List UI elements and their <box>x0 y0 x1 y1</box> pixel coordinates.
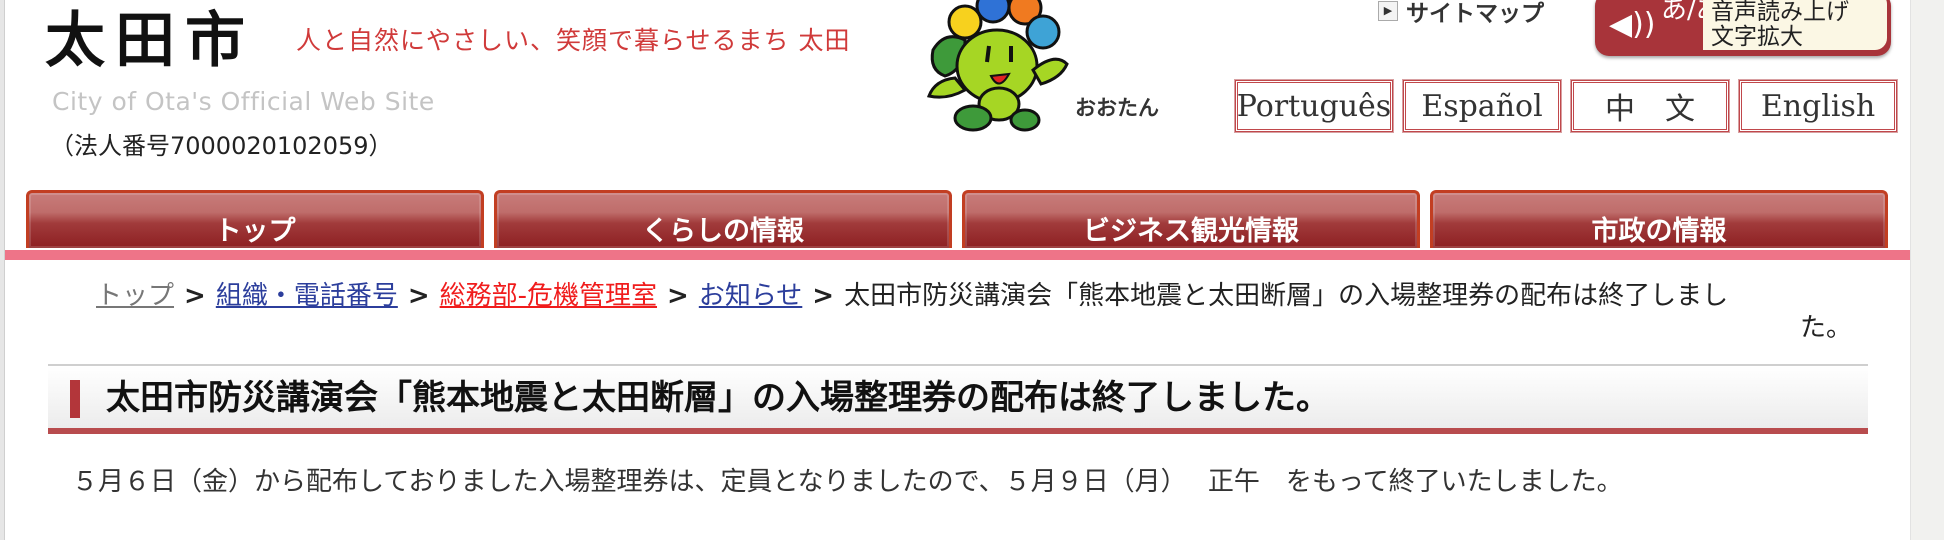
sitemap-link[interactable]: ▶ サイトマップ <box>1378 0 1544 27</box>
voice-readout-zoom-button[interactable]: ◀)) あ/あ 音声読み上げ 文字拡大 <box>1595 0 1891 56</box>
nav-tab-living[interactable]: くらしの情報 <box>494 190 952 248</box>
breadcrumb-separator: > <box>184 281 206 311</box>
page-left-edge <box>0 0 5 540</box>
breadcrumb-separator: > <box>667 281 689 311</box>
breadcrumb-separator: > <box>407 281 430 311</box>
nav-tab-city-administration[interactable]: 市政の情報 <box>1430 190 1888 248</box>
lang-english-button[interactable]: English <box>1738 79 1898 133</box>
language-selector: Português Español 中 文 English <box>1234 79 1898 133</box>
breadcrumb-link-news[interactable]: お知らせ <box>699 281 802 311</box>
right-sidebar <box>1910 0 1944 540</box>
nav-tab-business-tourism[interactable]: ビジネス観光情報 <box>962 190 1420 248</box>
voice-button-line1: 音声読み上げ <box>1711 0 1849 25</box>
breadcrumb-current: 太田市防災講演会「熊本地震と太田断層」の入場整理券の配布は終了しまし <box>844 281 1729 311</box>
lang-portuguese-button[interactable]: Português <box>1234 79 1394 133</box>
breadcrumb-separator: > <box>812 281 835 311</box>
lang-chinese-button[interactable]: 中 文 <box>1570 79 1730 133</box>
mascot-name: おおたん <box>1075 96 1159 120</box>
sitemap-label: サイトマップ <box>1406 1 1544 27</box>
breadcrumb-link-organization[interactable]: 組織・電話番号 <box>216 281 398 311</box>
breadcrumb-current-wrap: た。 <box>1800 313 1853 343</box>
article-title-box: 太田市防災講演会「熊本地震と太田断層」の入場整理券の配布は終了しました。 <box>48 366 1868 434</box>
breadcrumb: トップ > 組織・電話番号 > 総務部-危機管理室 > お知らせ > 太田市防災講演会「熊本地震… <box>96 280 1852 343</box>
voice-button-label: 音声読み上げ 文字拡大 <box>1703 0 1887 50</box>
speaker-icon: ◀)) <box>1609 7 1656 42</box>
mascot-ootan-icon <box>926 0 1069 132</box>
play-triangle-icon: ▶ <box>1378 1 1398 21</box>
article-body: ５月６日（金）から配布しておりました入場整理券は、定員となりましたので、５月９日… <box>72 467 1623 497</box>
nav-divider-stripe <box>5 250 1910 260</box>
global-nav: トップ くらしの情報 ビジネス観光情報 市政の情報 <box>26 190 1888 248</box>
voice-button-line2: 文字拡大 <box>1711 24 1803 50</box>
breadcrumb-link-department[interactable]: 総務部-危機管理室 <box>440 281 657 311</box>
page-title: 太田市防災講演会「熊本地震と太田断層」の入場整理券の配布は終了しました。 <box>106 378 1330 418</box>
lang-spanish-button[interactable]: Español <box>1402 79 1562 133</box>
site-logo-title[interactable]: 太田市 <box>45 4 255 78</box>
nav-tab-top[interactable]: トップ <box>26 190 484 248</box>
corporate-number: （法人番号7000020102059） <box>50 132 393 160</box>
breadcrumb-link-top[interactable]: トップ <box>96 281 174 311</box>
site-name-english: City of Ota's Official Web Site <box>52 87 435 116</box>
title-accent-bar <box>70 380 80 418</box>
site-slogan: 人と自然にやさしい、笑顔で暮らせるまち 太田 <box>296 26 851 55</box>
